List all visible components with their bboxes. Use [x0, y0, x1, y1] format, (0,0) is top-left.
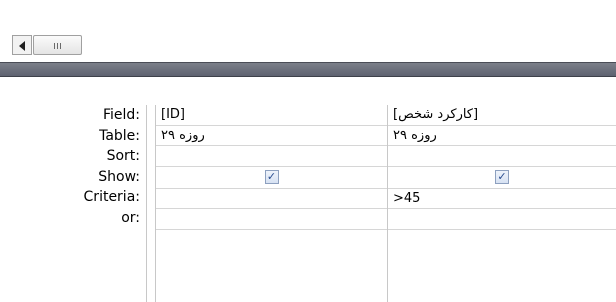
sort-cell[interactable] — [388, 146, 616, 167]
field-cell[interactable]: [ID] — [156, 105, 387, 126]
horizontal-scrollbar[interactable] — [12, 35, 82, 55]
pane-splitter[interactable] — [0, 62, 616, 77]
row-label-or: or: — [121, 209, 140, 226]
grip-icon — [60, 43, 61, 49]
field-cell[interactable]: [کارکرد شخص] — [388, 105, 616, 126]
upper-pane — [0, 0, 616, 62]
or-cell[interactable] — [388, 209, 616, 230]
sort-cell[interactable] — [156, 146, 387, 167]
row-label-sort: Sort: — [106, 148, 140, 164]
empty-grid-area — [388, 230, 616, 302]
show-cell: ✓ — [156, 167, 387, 189]
row-label-field: Field: — [102, 107, 140, 123]
grip-icon — [54, 43, 55, 49]
grid-column-id: [ID] ۲۹ روزه ✓ — [155, 105, 387, 302]
show-cell: ✓ — [388, 167, 616, 189]
criteria-cell[interactable] — [156, 189, 387, 209]
row-label-show: Show: — [98, 168, 140, 185]
table-cell[interactable]: ۲۹ روزه — [388, 126, 616, 146]
column-selector-rail[interactable] — [146, 105, 155, 302]
table-cell[interactable]: ۲۹ روزه — [156, 126, 387, 146]
scroll-thumb[interactable] — [33, 35, 82, 55]
row-label-criteria: Criteria: — [83, 189, 140, 205]
row-labels: Field: Table: Sort: Show: Criteria: or: — [0, 105, 146, 228]
criteria-cell[interactable]: >45 — [388, 189, 616, 209]
show-checkbox[interactable]: ✓ — [495, 169, 509, 184]
show-checkbox[interactable]: ✓ — [264, 169, 279, 184]
empty-grid-area — [156, 230, 387, 302]
or-cell[interactable] — [156, 209, 387, 230]
grip-icon — [57, 43, 58, 49]
scroll-left-arrow-icon[interactable] — [12, 35, 32, 55]
query-design-grid: Field: Table: Sort: Show: Criteria: or: … — [0, 77, 616, 302]
grid-column-karkard: [کارکرد شخص] ۲۹ روزه ✓ >45 — [387, 105, 616, 302]
row-label-table: Table: — [99, 127, 140, 144]
